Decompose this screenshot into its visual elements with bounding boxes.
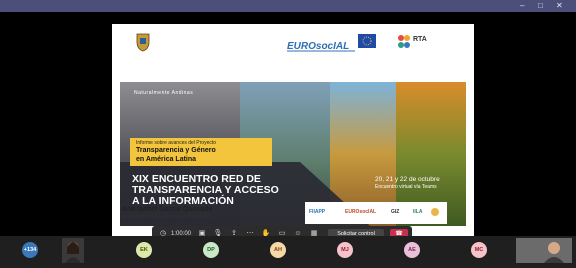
report-box: Informe sobre avances del Proyecto Trans…	[130, 138, 272, 166]
presentation-slide: EUROsocIAL RTA Naturalmente Andinas Info…	[112, 24, 474, 236]
participant-video[interactable]	[62, 238, 84, 263]
maximize-icon[interactable]: □	[538, 1, 543, 11]
eu-flag-icon	[358, 34, 376, 48]
coat-of-arms-logo	[134, 32, 152, 52]
participant-avatar[interactable]: DP	[203, 242, 219, 258]
partner-logos: FIIAPP EUROsocIAL GIZ IILA	[305, 202, 447, 224]
report-line-3: en América Latina	[136, 156, 197, 163]
event-title: XIX ENCUENTRO RED DE TRANSPARENCIA Y ACC…	[132, 173, 279, 207]
minimize-icon[interactable]: –	[520, 1, 524, 11]
speaker-name: Ana Isabel García Quesada	[122, 206, 213, 213]
eurosocial-logo: EUROsocIAL	[287, 36, 355, 58]
participant-overflow-count[interactable]: +134	[22, 242, 38, 258]
report-line-1: Informe sobre avances del Proyecto	[136, 140, 217, 146]
window-titlebar: – □ ✕	[0, 0, 576, 12]
participant-avatar[interactable]: AH	[270, 242, 286, 258]
participant-avatar[interactable]: MC	[471, 242, 487, 258]
speaker-info: Ana Isabel García Quesada Especialista d…	[122, 206, 214, 220]
event-dates: 20, 21 y 22 de octubre Encuentro virtual…	[375, 176, 440, 190]
close-icon[interactable]: ✕	[556, 1, 563, 11]
shared-screen: EUROsocIAL RTA Naturalmente Andinas Info…	[0, 12, 576, 242]
banner-caption: Naturalmente Andinas	[134, 90, 194, 96]
report-line-2: Transparencia y Género	[136, 147, 216, 154]
self-video[interactable]	[516, 238, 572, 263]
participant-strip: +134 EK DP AH MJ AE MC	[0, 236, 576, 263]
event-banner: Naturalmente Andinas Informe sobre avanc…	[120, 82, 466, 226]
participant-avatar[interactable]: EK	[136, 242, 152, 258]
participant-avatar[interactable]: AE	[404, 242, 420, 258]
rta-logo: RTA	[397, 32, 437, 54]
speaker-role: Especialista del programa EUROsocIAL+	[122, 214, 214, 220]
participant-avatar[interactable]: MJ	[337, 242, 353, 258]
partner-logo-icon	[431, 208, 439, 216]
